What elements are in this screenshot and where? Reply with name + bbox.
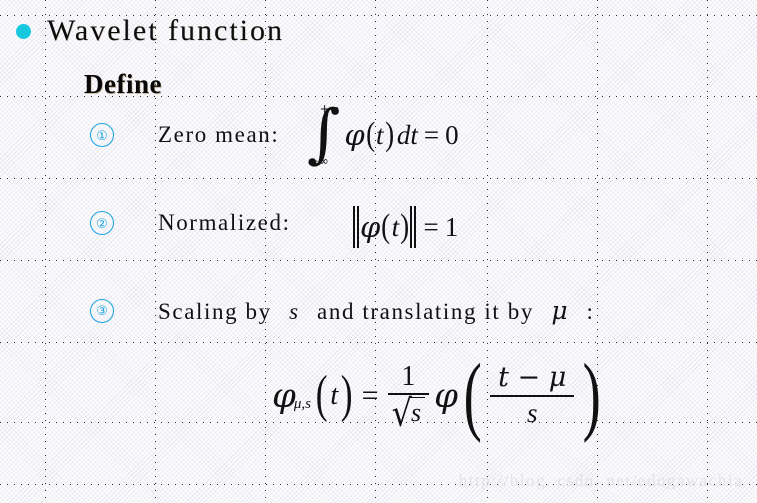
fraction-one-over-sqrt-s: 1 √ s [387, 361, 430, 436]
equals-sign: = [423, 119, 440, 150]
watermark-text: http://blog. csdn. net/edogawachia [458, 471, 743, 490]
variable-t: t [330, 379, 339, 412]
section-heading: Define [84, 69, 162, 99]
slide-content: Wavelet function Define ① Zero mean: +∞ … [0, 0, 757, 503]
left-paren: ( [381, 208, 391, 245]
equation-zero-mean: +∞ ∫ −∞ φ ( t ) dt = 0 [307, 96, 459, 174]
norm-bar-left [353, 206, 360, 248]
differential-dt: dt [396, 119, 418, 150]
square-root-group: √ s [391, 391, 426, 436]
big-right-paren: ) [582, 347, 601, 445]
radicand-s: s [409, 397, 426, 429]
fraction-denominator: √ s [388, 391, 430, 436]
inner-numerator: t − μ [498, 362, 567, 394]
right-paren: ) [384, 116, 394, 153]
slide-title-row: Wavelet function [16, 14, 284, 48]
integral-lower-limit: −∞ [308, 154, 329, 169]
right-paren: ) [341, 366, 353, 424]
list-item-label: Zero mean: [158, 122, 280, 147]
variable-t: t [391, 211, 400, 242]
label-colon: : [586, 299, 595, 324]
list-item: ① Zero mean: [90, 122, 279, 148]
page-title: Wavelet function [47, 14, 285, 47]
equals-sign: = [423, 211, 439, 242]
presentation-slide: Wavelet function Define ① Zero mean: +∞ … [0, 0, 757, 503]
fraction-numerator: 1 [401, 361, 416, 392]
inner-denominator: s [526, 397, 538, 428]
left-paren: ( [315, 366, 328, 424]
norm-bar-right [410, 206, 417, 248]
equation-rhs: 0 [445, 119, 459, 150]
fraction-t-minus-mu-over-s: t − μ s [490, 362, 575, 428]
phi-symbol: φ [272, 375, 296, 416]
bullet-icon [16, 23, 31, 39]
list-item: ② Normalized: [90, 210, 291, 236]
integrand-group: φ ( t ) dt = 0 [344, 116, 458, 154]
equals-sign: = [361, 378, 379, 412]
variable-mu: μ [551, 296, 570, 325]
list-item-label: Normalized: [158, 210, 291, 235]
phi-symbol: φ [360, 210, 381, 244]
variable-t: t [375, 119, 384, 150]
radical-sign: √ [391, 391, 412, 436]
list-marker-1: ① [90, 123, 114, 147]
left-paren: ( [365, 116, 375, 153]
list-marker-2: ② [90, 211, 114, 235]
label-segment-1: Scaling by [158, 299, 272, 324]
integral-symbol-group: +∞ ∫ −∞ [307, 96, 340, 174]
list-marker-3: ③ [90, 298, 114, 323]
phi-symbol: φ [344, 118, 365, 152]
right-paren: ) [400, 208, 410, 245]
big-left-paren: ( [463, 347, 482, 445]
equation-scaled-translated: φ μ,s ( t ) = 1 √ s φ ( t − μ s) [272, 347, 607, 445]
equation-rhs: 1 [444, 211, 459, 242]
variable-s: s [289, 299, 300, 324]
list-item: ③ Scaling by s and translating it by μ : [90, 296, 595, 325]
label-segment-2: and translating it by [317, 299, 534, 324]
phi-subscript: μ,s [293, 396, 311, 413]
fraction-bar [490, 394, 575, 397]
list-item-label: Scaling by s and translating it by μ : [158, 296, 595, 325]
phi-symbol-outer: φ [434, 375, 458, 416]
integral-sign: ∫ [307, 96, 341, 171]
equation-normalized: φ ( t ) = 1 [353, 206, 458, 248]
